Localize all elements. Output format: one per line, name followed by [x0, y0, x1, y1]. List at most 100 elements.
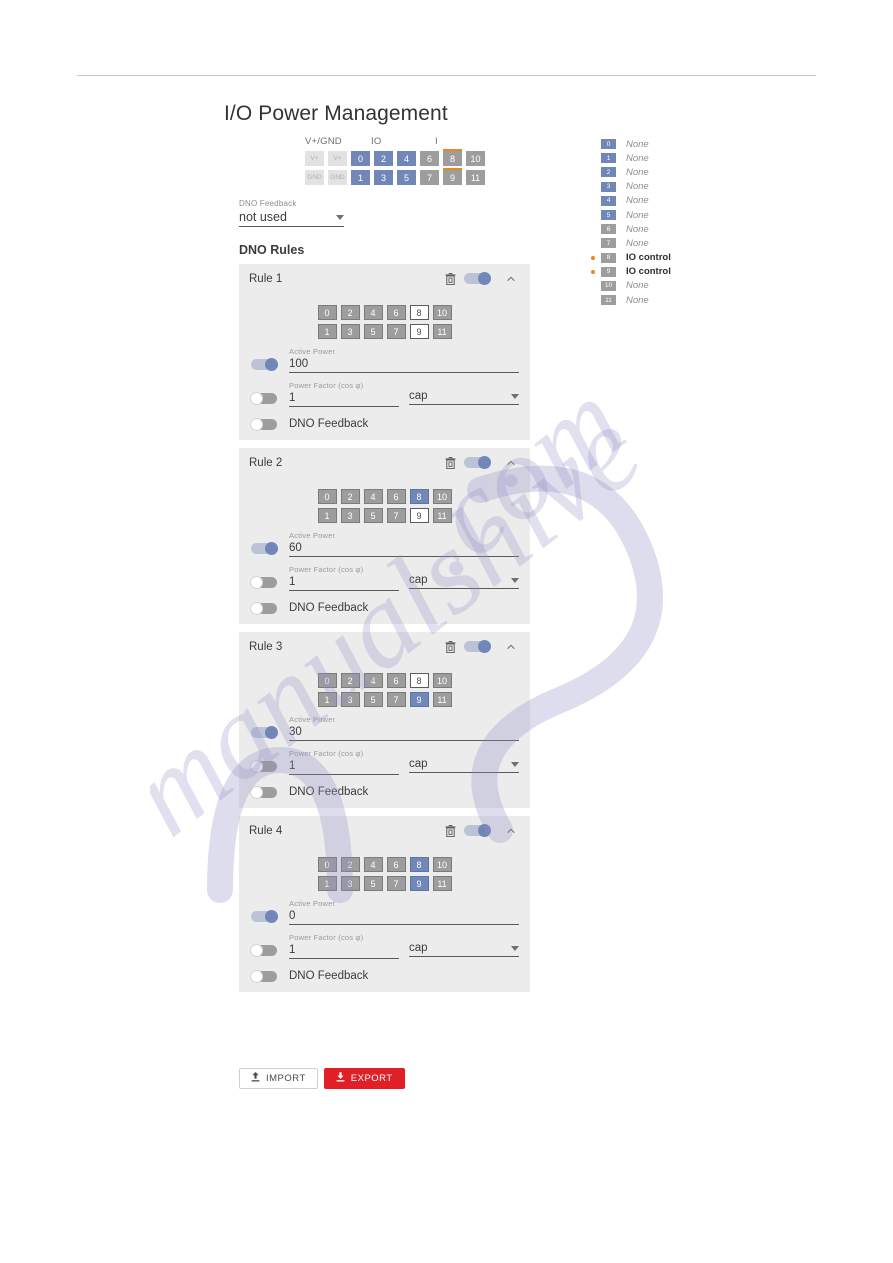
- dno-feedback-select[interactable]: DNO Feedback not used: [239, 199, 344, 227]
- delete-rule-button[interactable]: [442, 271, 458, 287]
- active-power-input[interactable]: 100: [289, 357, 519, 373]
- rule-3-cell-5[interactable]: 5: [363, 876, 383, 891]
- pin-2[interactable]: 2: [374, 151, 393, 166]
- delete-rule-button[interactable]: [442, 455, 458, 471]
- rule-enable-toggle[interactable]: [464, 640, 491, 653]
- power-factor-field[interactable]: Power Factor (cos φ) 1: [289, 933, 399, 959]
- power-factor-field[interactable]: Power Factor (cos φ) 1: [289, 381, 399, 407]
- rule-1-cell-3[interactable]: 3: [340, 508, 360, 523]
- rule-1-cell-7[interactable]: 7: [386, 508, 406, 523]
- rule-0-cell-7[interactable]: 7: [386, 324, 406, 339]
- power-factor-input[interactable]: 1: [289, 391, 399, 407]
- rule-3-cell-11[interactable]: 11: [432, 876, 452, 891]
- power-factor-input[interactable]: 1: [289, 943, 399, 959]
- collapse-rule-button[interactable]: [502, 639, 518, 655]
- rule-2-cell-2[interactable]: 2: [340, 673, 360, 688]
- rule-1-cell-9[interactable]: 9: [409, 508, 429, 523]
- power-factor-toggle[interactable]: [250, 576, 277, 589]
- power-factor-toggle[interactable]: [250, 944, 277, 957]
- pin-4[interactable]: 4: [397, 151, 416, 166]
- dno-feedback-select-control[interactable]: not used: [239, 210, 344, 227]
- rule-3-cell-10[interactable]: 10: [432, 857, 452, 872]
- rule-0-cell-3[interactable]: 3: [340, 324, 360, 339]
- rule-2-cell-5[interactable]: 5: [363, 692, 383, 707]
- cap-select-control[interactable]: cap: [409, 758, 519, 773]
- rule-enable-toggle[interactable]: [464, 272, 491, 285]
- rule-enable-toggle[interactable]: [464, 824, 491, 837]
- rule-0-cell-8[interactable]: 8: [409, 305, 429, 320]
- active-power-input[interactable]: 60: [289, 541, 519, 557]
- rule-1-cell-8[interactable]: 8: [409, 489, 429, 504]
- active-power-toggle[interactable]: [251, 542, 278, 555]
- pin-9[interactable]: 9: [443, 167, 462, 185]
- active-power-field[interactable]: Active Power 0: [289, 899, 519, 925]
- rule-1-cell-0[interactable]: 0: [317, 489, 337, 504]
- cap-select-control[interactable]: cap: [409, 574, 519, 589]
- power-factor-field[interactable]: Power Factor (cos φ) 1: [289, 749, 399, 775]
- delete-rule-button[interactable]: [442, 823, 458, 839]
- power-factor-input[interactable]: 1: [289, 759, 399, 775]
- rule-0-cell-1[interactable]: 1: [317, 324, 337, 339]
- rule-1-cell-11[interactable]: 11: [432, 508, 452, 523]
- collapse-rule-button[interactable]: [502, 271, 518, 287]
- rule-3-cell-6[interactable]: 6: [386, 857, 406, 872]
- cap-select[interactable]: cap: [409, 381, 519, 407]
- rule-1-cell-6[interactable]: 6: [386, 489, 406, 504]
- pin-8[interactable]: 8: [443, 148, 462, 166]
- import-button[interactable]: IMPORT: [239, 1068, 318, 1089]
- collapse-rule-button[interactable]: [502, 455, 518, 471]
- rule-1-cell-1[interactable]: 1: [317, 508, 337, 523]
- rule-3-cell-1[interactable]: 1: [317, 876, 337, 891]
- power-factor-input[interactable]: 1: [289, 575, 399, 591]
- rule-1-cell-5[interactable]: 5: [363, 508, 383, 523]
- active-power-toggle[interactable]: [251, 726, 278, 739]
- rule-2-cell-3[interactable]: 3: [340, 692, 360, 707]
- rule-3-cell-9[interactable]: 9: [409, 876, 429, 891]
- cap-select[interactable]: cap: [409, 565, 519, 591]
- rule-0-cell-10[interactable]: 10: [432, 305, 452, 320]
- rule-3-cell-2[interactable]: 2: [340, 857, 360, 872]
- rule-1-cell-2[interactable]: 2: [340, 489, 360, 504]
- power-factor-toggle[interactable]: [250, 392, 277, 405]
- rule-2-cell-4[interactable]: 4: [363, 673, 383, 688]
- rule-3-cell-0[interactable]: 0: [317, 857, 337, 872]
- collapse-rule-button[interactable]: [502, 823, 518, 839]
- pin-gnd-2[interactable]: GND: [328, 170, 347, 185]
- pin-1[interactable]: 1: [351, 170, 370, 185]
- active-power-field[interactable]: Active Power 100: [289, 347, 519, 373]
- rule-0-cell-6[interactable]: 6: [386, 305, 406, 320]
- rule-enable-toggle[interactable]: [464, 456, 491, 469]
- pin-0[interactable]: 0: [351, 151, 370, 166]
- rule-dno-feedback-toggle[interactable]: [250, 601, 277, 615]
- pin-gnd-1[interactable]: GND: [305, 170, 324, 185]
- rule-2-cell-0[interactable]: 0: [317, 673, 337, 688]
- pin-6[interactable]: 6: [420, 151, 439, 166]
- rule-dno-feedback-toggle[interactable]: [250, 785, 277, 799]
- cap-select[interactable]: cap: [409, 933, 519, 959]
- rule-3-cell-8[interactable]: 8: [409, 857, 429, 872]
- cap-select-control[interactable]: cap: [409, 942, 519, 957]
- rule-3-cell-4[interactable]: 4: [363, 857, 383, 872]
- pin-7[interactable]: 7: [420, 170, 439, 185]
- rule-dno-feedback-toggle[interactable]: [250, 969, 277, 983]
- pin-10[interactable]: 10: [466, 151, 485, 166]
- rule-2-cell-8[interactable]: 8: [409, 673, 429, 688]
- rule-dno-feedback-toggle[interactable]: [250, 417, 277, 431]
- active-power-toggle[interactable]: [251, 358, 278, 371]
- pin-vplus-2[interactable]: V+: [328, 151, 347, 166]
- rule-0-cell-11[interactable]: 11: [432, 324, 452, 339]
- rule-2-cell-9[interactable]: 9: [409, 692, 429, 707]
- rule-2-cell-10[interactable]: 10: [432, 673, 452, 688]
- rule-0-cell-2[interactable]: 2: [340, 305, 360, 320]
- power-factor-field[interactable]: Power Factor (cos φ) 1: [289, 565, 399, 591]
- active-power-input[interactable]: 0: [289, 909, 519, 925]
- active-power-field[interactable]: Active Power 60: [289, 531, 519, 557]
- active-power-toggle[interactable]: [251, 910, 278, 923]
- active-power-field[interactable]: Active Power 30: [289, 715, 519, 741]
- active-power-input[interactable]: 30: [289, 725, 519, 741]
- cap-select-control[interactable]: cap: [409, 390, 519, 405]
- rule-2-cell-7[interactable]: 7: [386, 692, 406, 707]
- pin-3[interactable]: 3: [374, 170, 393, 185]
- rule-0-cell-4[interactable]: 4: [363, 305, 383, 320]
- rule-1-cell-10[interactable]: 10: [432, 489, 452, 504]
